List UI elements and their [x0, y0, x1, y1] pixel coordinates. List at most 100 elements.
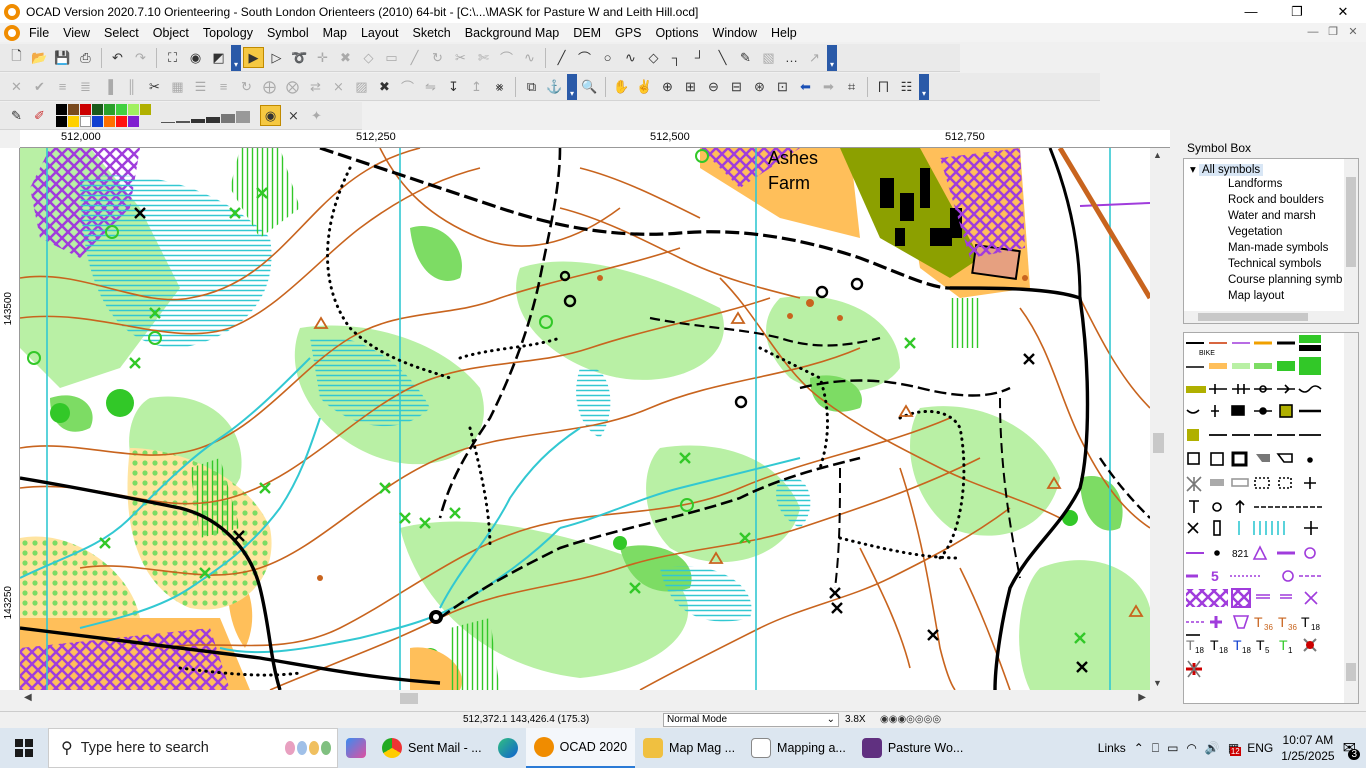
eraser-icon[interactable]: ▧ — [758, 47, 779, 68]
mode-dropdown[interactable]: Normal Mode ⌄ — [663, 713, 839, 727]
tree-item-map-layout[interactable]: Map layout — [1228, 290, 1284, 302]
join-icon[interactable]: ⨯ — [328, 76, 349, 97]
delete-vertex-icon[interactable]: ✖ — [335, 47, 356, 68]
step-icon[interactable]: ┘ — [689, 47, 710, 68]
symbol-pick-icon[interactable]: ⨳ — [489, 76, 510, 97]
ellipse-icon[interactable]: ◇ — [643, 47, 664, 68]
preview-icon[interactable]: ◉ — [185, 47, 206, 68]
menu-object[interactable]: Object — [146, 26, 196, 40]
save-icon[interactable]: 💾 — [52, 47, 73, 68]
clock[interactable]: 10:07 AM 1/25/2025 — [1281, 732, 1334, 764]
align-icon[interactable]: ≡ — [52, 76, 73, 97]
ruler-icon[interactable]: ⨅ — [873, 76, 894, 97]
color-palette[interactable] — [56, 104, 151, 127]
columns-icon[interactable]: ║ — [121, 76, 142, 97]
curve-icon[interactable]: ⌒ — [574, 47, 595, 68]
rotate-icon[interactable]: ↻ — [427, 47, 448, 68]
anchor-icon[interactable]: ⚓ — [544, 76, 565, 97]
menu-select[interactable]: Select — [97, 26, 146, 40]
reverse-icon[interactable]: ⇄ — [305, 76, 326, 97]
fill-icon[interactable]: ▨ — [351, 76, 372, 97]
hand-move-icon[interactable]: ✌ — [634, 76, 655, 97]
eye-visibility-icon[interactable]: ◉ — [260, 105, 281, 126]
tree-item-man-made[interactable]: Man-made symbols — [1228, 242, 1328, 254]
import-icon[interactable]: ↧ — [443, 76, 464, 97]
reshape-icon[interactable]: ⌒ — [496, 47, 517, 68]
bars-icon[interactable]: ▐ — [98, 76, 119, 97]
redo-icon[interactable]: ↷ — [130, 47, 151, 68]
usb-icon[interactable]: ⎕ — [1152, 741, 1159, 756]
fullscreen-icon[interactable]: ⛶ — [162, 47, 183, 68]
split-icon[interactable]: ⨂ — [282, 76, 303, 97]
crop-icon[interactable]: ✂ — [144, 76, 165, 97]
add-vertex-icon[interactable]: ✛ — [312, 47, 333, 68]
move-parallel-icon[interactable]: ╱ — [404, 47, 425, 68]
symbol-icons[interactable]: BIKE 821 5 T 36 T 36 T 18 T 18 T 18 T 18 T5 T1 — [1184, 333, 1344, 703]
circle-icon[interactable]: ○ — [597, 47, 618, 68]
scissors-icon[interactable]: ✂ — [450, 47, 471, 68]
volume-icon[interactable]: 🔊 — [1205, 741, 1220, 755]
zoom-out-icon[interactable]: ⊖ — [703, 76, 724, 97]
menu-dem[interactable]: DEM — [566, 26, 608, 40]
zoom-selection-icon[interactable]: ⊛ — [749, 76, 770, 97]
tree-item-landforms[interactable]: Landforms — [1228, 178, 1282, 190]
paint-taskbar-button[interactable]: Pasture Wo... — [854, 728, 972, 768]
layers-icon[interactable]: ☰ — [190, 76, 211, 97]
toolbar-2b-dropdown[interactable]: ▾ — [919, 73, 929, 100]
sketch-erase-icon[interactable]: ✦ — [306, 105, 327, 126]
ocad-menu-icon[interactable] — [4, 24, 20, 41]
table-icon[interactable]: ☷ — [896, 76, 917, 97]
toolbar-1b-dropdown[interactable]: ▾ — [827, 44, 837, 71]
zoom-page-icon[interactable]: ⊡ — [772, 76, 793, 97]
menu-background-map[interactable]: Background Map — [458, 26, 567, 40]
binoculars-icon[interactable]: 🔍 — [579, 76, 600, 97]
tree-h-scrollbar[interactable] — [1184, 311, 1358, 323]
cut-hole-icon[interactable]: ✄ — [473, 47, 494, 68]
links-toolbar[interactable]: Links — [1098, 741, 1126, 755]
tree-item-rock[interactable]: Rock and boulders — [1228, 194, 1324, 206]
view-mode-icons[interactable]: ◉◉◉◎◎◎◎ — [880, 714, 941, 725]
tree-v-scrollbar[interactable] — [1344, 159, 1358, 313]
straight-line-icon[interactable]: ╱ — [551, 47, 572, 68]
menu-symbol[interactable]: Symbol — [260, 26, 316, 40]
tree-item-course-planning[interactable]: Course planning symb — [1228, 274, 1342, 286]
edit-point-icon[interactable]: ▷ — [266, 47, 287, 68]
grid-transform-icon[interactable]: ▦ — [167, 76, 188, 97]
v-scroll-thumb[interactable] — [1153, 433, 1164, 453]
minimize-button[interactable]: — — [1228, 0, 1274, 23]
language-indicator[interactable]: ENG — [1247, 741, 1273, 755]
symbol-grid-scrollbar[interactable] — [1344, 333, 1358, 703]
wifi-icon[interactable]: ◠ — [1186, 741, 1196, 755]
menu-file[interactable]: File — [22, 26, 56, 40]
menu-gps[interactable]: GPS — [608, 26, 648, 40]
map-vertical-scrollbar[interactable]: ▲ ▼ — [1150, 148, 1167, 690]
menu-sketch[interactable]: Sketch — [406, 26, 458, 40]
windows-start-button[interactable] — [0, 728, 48, 768]
dash-vertex-icon[interactable]: ▭ — [381, 47, 402, 68]
measure-icon[interactable]: ↗ — [804, 47, 825, 68]
chrome-taskbar-button[interactable]: Sent Mail - ... — [374, 728, 490, 768]
check-icon[interactable]: ✔ — [29, 76, 50, 97]
menu-window[interactable]: Window — [706, 26, 764, 40]
arc-icon[interactable]: ⌒ — [397, 76, 418, 97]
convert-icon[interactable]: ⇋ — [420, 76, 441, 97]
zoom-fit-icon[interactable]: ⊟ — [726, 76, 747, 97]
follow-line-icon[interactable]: ╲ — [712, 47, 733, 68]
rotate-map-icon[interactable]: ↻ — [236, 76, 257, 97]
taskbar-search-box[interactable]: ⚲ Type here to search — [48, 728, 338, 768]
symbol-tree[interactable]: ▾ All symbols Landforms Rock and boulder… — [1183, 158, 1359, 324]
notifications-icon[interactable]: ✉ 3 — [1343, 738, 1360, 760]
lasso-icon[interactable]: ➰ — [289, 47, 310, 68]
new-file-icon[interactable]: 🗋 — [6, 47, 27, 68]
zoom-rect-icon[interactable]: ⊞ — [680, 76, 701, 97]
menu-options[interactable]: Options — [648, 26, 705, 40]
tree-item-water[interactable]: Water and marsh — [1228, 210, 1316, 222]
mdi-restore-button[interactable]: ❐ — [1324, 23, 1342, 41]
h-scroll-thumb[interactable] — [400, 693, 418, 704]
tree-item-vegetation[interactable]: Vegetation — [1228, 226, 1282, 238]
map-horizontal-scrollbar[interactable]: ◀ ▶ — [20, 690, 1150, 707]
cross-icon[interactable]: ✖ — [374, 76, 395, 97]
print-icon[interactable]: ⎙ — [75, 47, 96, 68]
tree-item-technical[interactable]: Technical symbols — [1228, 258, 1321, 270]
pencil-icon[interactable]: ✎ — [735, 47, 756, 68]
